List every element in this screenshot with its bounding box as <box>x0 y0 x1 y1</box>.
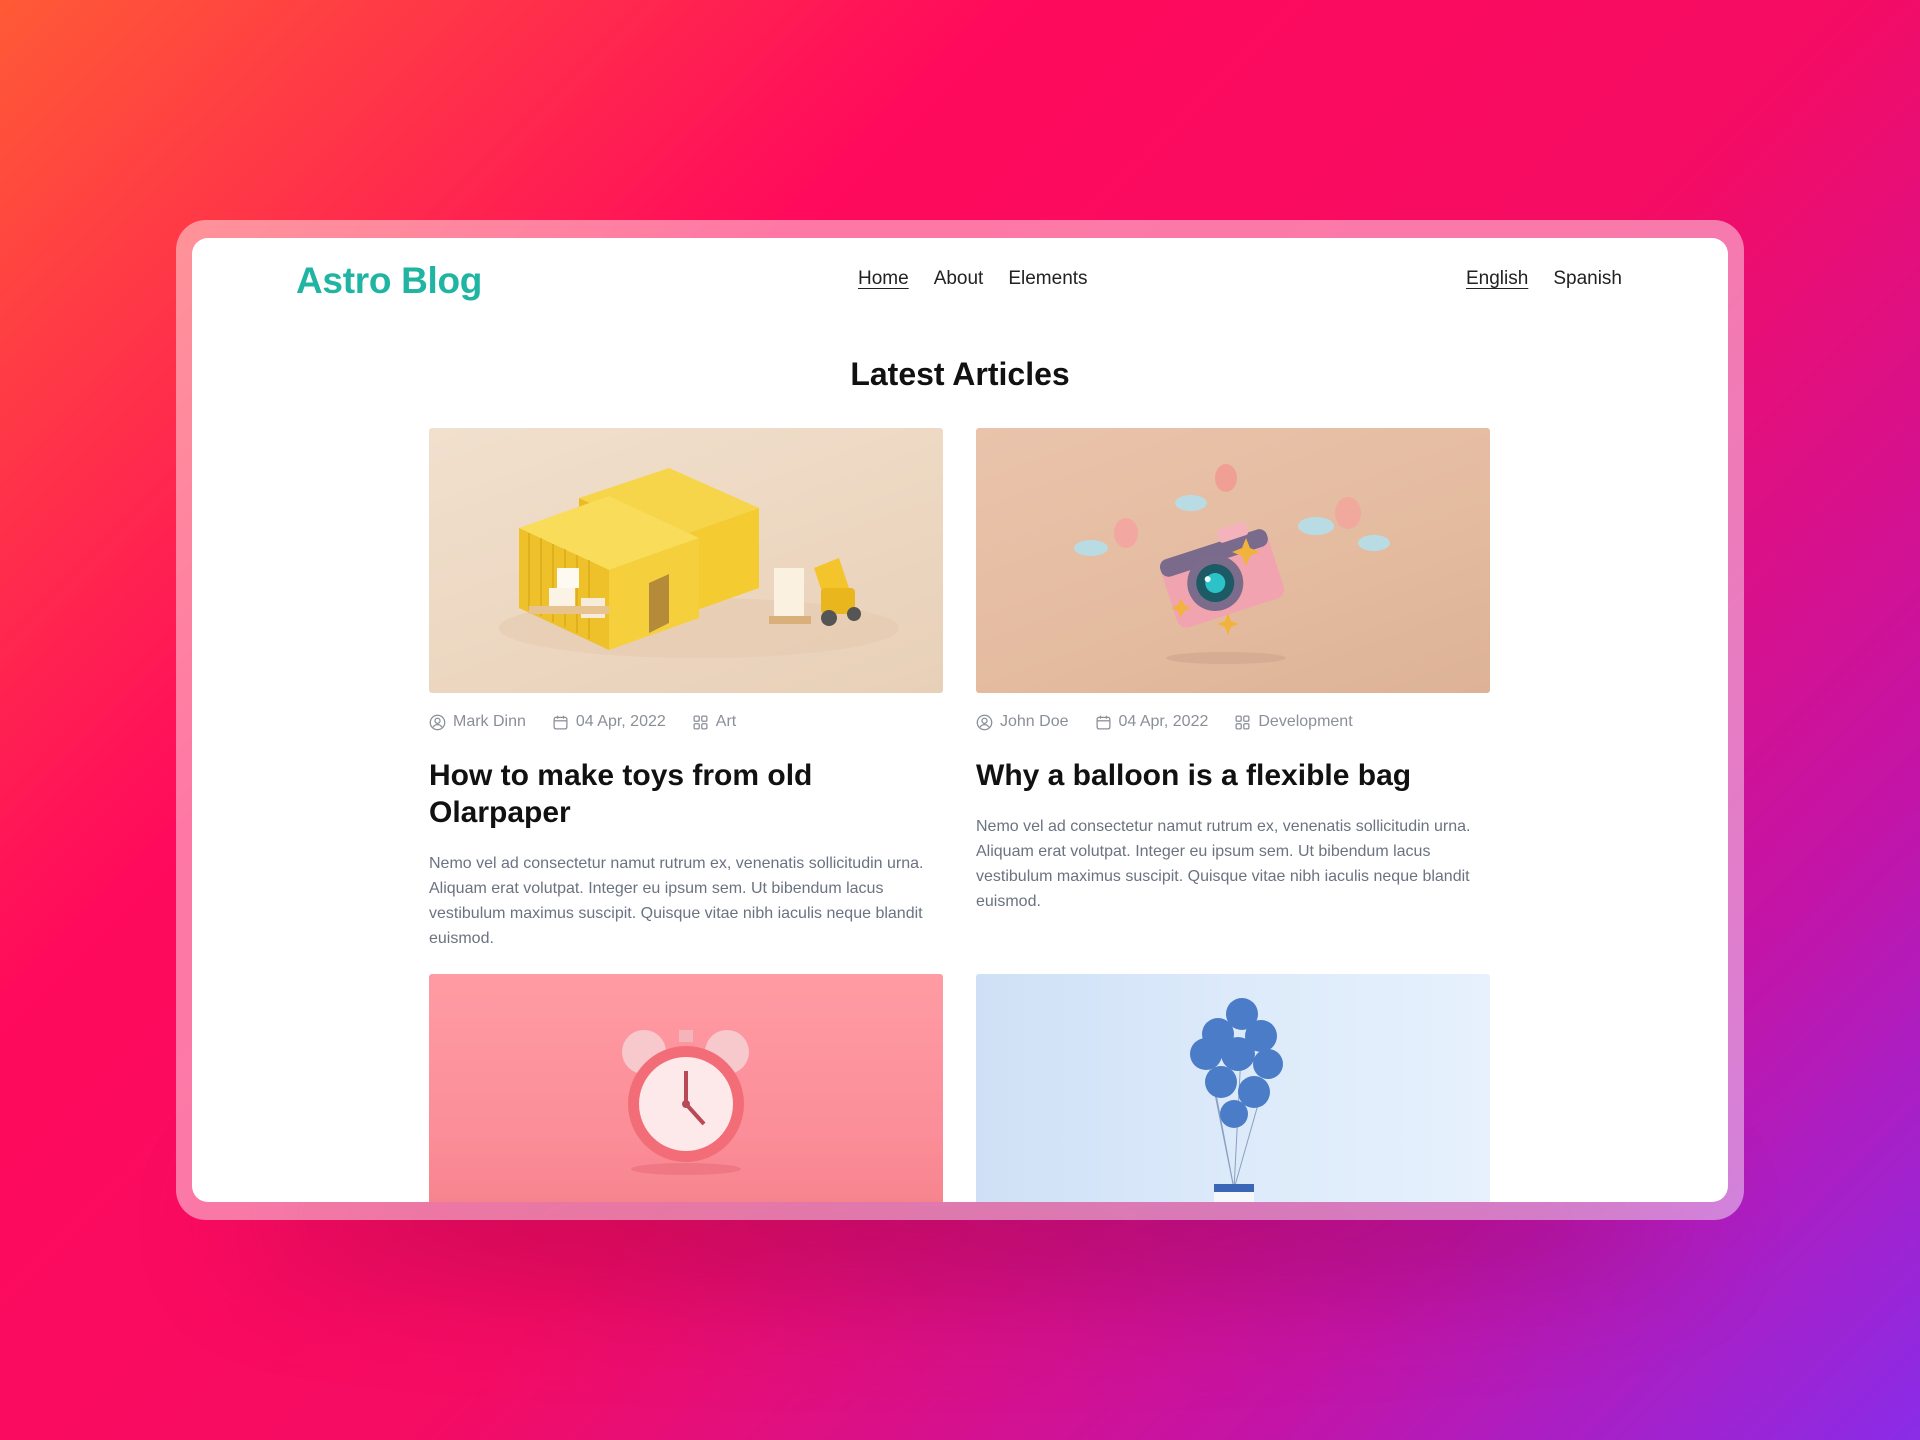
site-logo[interactable]: Astro Blog <box>296 260 482 302</box>
category-meta[interactable]: Development <box>1234 713 1353 731</box>
article-meta: Mark Dinn 04 Apr, 2022 Art <box>429 711 943 733</box>
nav-home-link[interactable]: Home <box>858 268 909 290</box>
grid-icon <box>693 714 708 730</box>
article-thumbnail[interactable] <box>976 974 1490 1202</box>
camera-balloons-illustration <box>1074 464 1390 664</box>
category-name: Development <box>1258 713 1353 730</box>
date-meta: 04 Apr, 2022 <box>1095 713 1209 731</box>
post-date: 04 Apr, 2022 <box>1118 713 1209 730</box>
nav-elements-link[interactable]: Elements <box>1008 268 1087 290</box>
calendar-icon <box>1095 715 1111 730</box>
alarm-clock-illustration <box>622 1030 749 1175</box>
nav-about-link[interactable]: About <box>934 268 984 290</box>
category-meta[interactable]: Art <box>692 713 736 731</box>
article-thumbnail[interactable] <box>429 974 943 1202</box>
author-meta[interactable]: Mark Dinn <box>429 713 526 731</box>
article-title[interactable]: Why a balloon is a flexible bag <box>976 757 1490 794</box>
grid-icon <box>1235 714 1250 730</box>
user-circle-icon <box>429 714 446 730</box>
article-card: Mark Dinn 04 Apr, 2022 Art How to make t… <box>429 428 943 967</box>
article-card: John Doe 04 Apr, 2022 Development Why a … <box>976 428 1490 930</box>
site-window: Astro Blog Home About Elements English S… <box>192 238 1728 1202</box>
author-name: Mark Dinn <box>453 713 526 730</box>
author-meta[interactable]: John Doe <box>976 713 1069 731</box>
author-name: John Doe <box>1000 713 1069 730</box>
article-thumbnail[interactable] <box>429 428 943 693</box>
page-title: Latest Articles <box>850 356 1070 392</box>
date-meta: 04 Apr, 2022 <box>552 713 666 731</box>
shipping-containers-illustration <box>499 468 899 658</box>
calendar-icon <box>553 715 568 730</box>
article-title[interactable]: How to make toys from old Olarpaper <box>429 757 943 831</box>
article-thumbnail[interactable] <box>976 428 1490 693</box>
category-name: Art <box>715 713 737 730</box>
article-meta: John Doe 04 Apr, 2022 Development <box>976 711 1490 733</box>
user-circle-icon <box>976 714 993 730</box>
site-header: Astro Blog Home About Elements English S… <box>192 238 1728 324</box>
article-excerpt: Nemo vel ad consectetur namut rutrum ex,… <box>976 818 1471 910</box>
main-nav: Home About Elements <box>858 268 1088 290</box>
post-date: 04 Apr, 2022 <box>575 713 666 730</box>
article-card <box>429 974 943 1202</box>
article-excerpt: Nemo vel ad consectetur namut rutrum ex,… <box>429 855 924 947</box>
lang-english-link[interactable]: English <box>1466 268 1528 290</box>
article-card <box>976 974 1490 1202</box>
language-switcher: English Spanish <box>1466 268 1622 290</box>
lang-spanish-link[interactable]: Spanish <box>1553 268 1622 290</box>
blue-balloons-illustration <box>1190 998 1283 1202</box>
